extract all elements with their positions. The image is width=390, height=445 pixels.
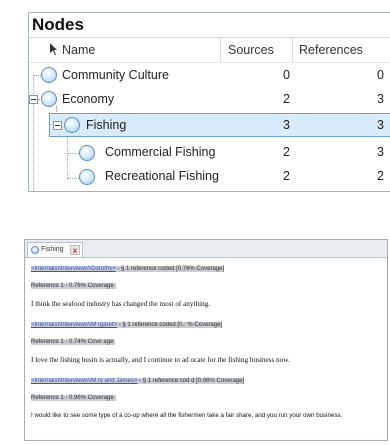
node-icon (79, 169, 95, 185)
source-link[interactable]: <Internals\\Interviews\\Dorothy> (31, 266, 116, 272)
reference-label: Reference 1 - 0.74% Cove age (31, 339, 116, 345)
node-row-recreational-fishing[interactable]: Recreational Fishing 2 2 (29, 164, 390, 188)
close-icon[interactable]: x (70, 245, 80, 255)
node-sources-count: 2 (283, 169, 290, 183)
node-icon (31, 246, 39, 254)
node-references-count: 3 (377, 92, 384, 106)
collapse-toggle-icon[interactable] (53, 121, 62, 130)
source-link[interactable]: <Internals\\Interviews\\M ry and James> (31, 378, 137, 384)
source-header: <Internals\\Interviews\\M ry and James> … (31, 376, 379, 386)
node-name: Commercial Fishing (105, 145, 216, 159)
tab-bar: Fishing x (25, 240, 387, 258)
node-references-count: 2 (377, 169, 384, 183)
column-header-name[interactable]: Name (62, 43, 95, 57)
source-meta: - § 1 reference coded [0.76% Coverage] (115, 266, 225, 272)
source-meta: - § 1 reference coded [0.: % Coverage] (117, 322, 223, 328)
node-name: Fishing (86, 118, 127, 132)
coded-text: I would like to see some type of a co-op… (31, 412, 343, 419)
node-references-count: 3 (377, 145, 384, 159)
node-name: Economy (62, 92, 115, 106)
node-sources-count: 2 (283, 145, 290, 159)
node-icon (41, 91, 57, 107)
pin-icon[interactable] (47, 42, 60, 56)
node-row-economy[interactable]: Economy 2 3 (29, 87, 390, 111)
node-document-window: Fishing x <Internals\\Interviews\\Doroth… (24, 239, 388, 441)
coded-text: I think the seafood industry has changed… (31, 300, 211, 308)
node-name: Community Culture (62, 68, 169, 82)
column-header-sources[interactable]: Sources (228, 43, 274, 57)
tab-fishing[interactable]: Fishing x (27, 242, 83, 257)
nodes-column-header: Name Sources References (29, 38, 390, 63)
source-meta: - § 1 reference cod d [0.96% Coverage] (137, 378, 245, 384)
coded-text: I love the fishing busin is actually, an… (31, 356, 290, 364)
node-references-count: 3 (377, 118, 384, 132)
nodes-panel: Nodes Name Sources References Community … (28, 12, 390, 192)
reference-label: Reference 1 - 0.76% Coverage (31, 283, 116, 289)
node-sources-count: 3 (283, 118, 290, 132)
node-icon (41, 67, 57, 83)
node-row-community-culture[interactable]: Community Culture 0 0 (29, 63, 390, 87)
reference-label: Reference 1 - 0.96% Coverage (31, 395, 116, 401)
node-name: Recreational Fishing (105, 169, 219, 183)
tab-label: Fishing (41, 246, 64, 253)
node-row-commercial-fishing[interactable]: Commercial Fishing 2 3 (29, 140, 390, 164)
source-header: <Internals\\Interviews\\Dorothy> - § 1 r… (31, 264, 379, 274)
node-icon (64, 117, 80, 133)
document-content: <Internals\\Interviews\\Dorothy> - § 1 r… (25, 258, 387, 440)
node-sources-count: 2 (283, 92, 290, 106)
node-row-fishing[interactable]: Fishing 3 3 (49, 113, 390, 137)
nodes-panel-title: Nodes (29, 13, 390, 38)
node-icon (79, 145, 95, 161)
collapse-toggle-icon[interactable] (29, 95, 38, 104)
column-header-references[interactable]: References (299, 43, 363, 57)
source-header: <Internals\\Interviews\\M rgaret> - § 1 … (31, 320, 379, 330)
source-link[interactable]: <Internals\\Interviews\\M rgaret> (31, 322, 117, 328)
node-references-count: 0 (377, 68, 384, 82)
node-sources-count: 0 (283, 68, 290, 82)
